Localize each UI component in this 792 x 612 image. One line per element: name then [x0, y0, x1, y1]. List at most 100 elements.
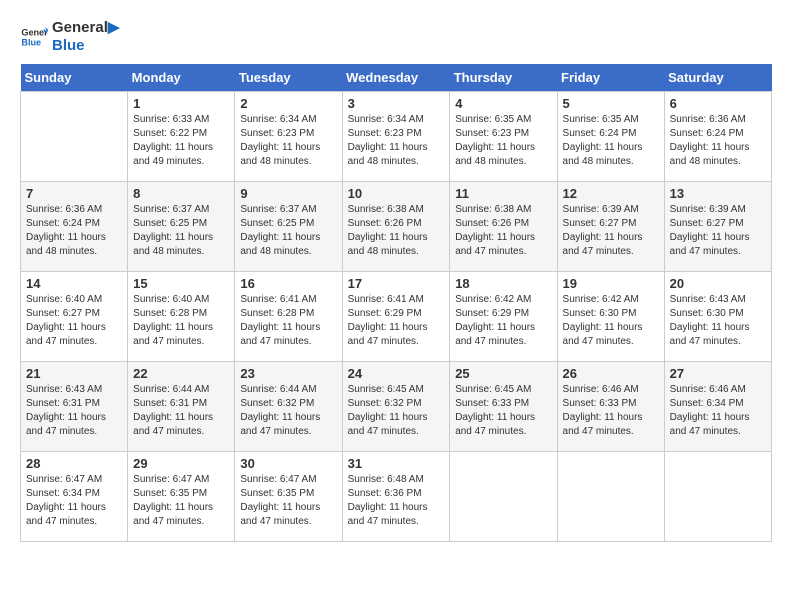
day-number: 1 — [133, 96, 229, 111]
calendar-cell — [450, 451, 557, 541]
day-header-thursday: Thursday — [450, 64, 557, 92]
calendar-cell: 4Sunrise: 6:35 AM Sunset: 6:23 PM Daylig… — [450, 91, 557, 181]
day-number: 8 — [133, 186, 229, 201]
day-number: 13 — [670, 186, 766, 201]
day-info: Sunrise: 6:42 AM Sunset: 6:30 PM Dayligh… — [563, 293, 659, 349]
day-number: 28 — [26, 456, 122, 471]
day-info: Sunrise: 6:37 AM Sunset: 6:25 PM Dayligh… — [240, 203, 336, 259]
calendar-week-2: 7 Sunrise: 6:36 AM Sunset: 6:24 PM Daylig… — [21, 181, 772, 271]
day-header-friday: Friday — [557, 64, 664, 92]
day-info: Sunrise: 6:45 AM Sunset: 6:33 PM Dayligh… — [455, 383, 551, 439]
day-number: 11 — [455, 186, 551, 201]
calendar-cell: 24 Sunrise: 6:45 AM Sunset: 6:32 PM Dayli… — [342, 361, 450, 451]
day-header-sunday: Sunday — [21, 64, 128, 92]
calendar-cell: 7 Sunrise: 6:36 AM Sunset: 6:24 PM Daylig… — [21, 181, 128, 271]
day-info: Sunrise: 6:35 AM Sunset: 6:23 PM Dayligh… — [455, 113, 551, 169]
calendar-cell — [21, 91, 128, 181]
svg-text:Blue: Blue — [21, 37, 41, 47]
day-number: 9 — [240, 186, 336, 201]
day-header-monday: Monday — [128, 64, 235, 92]
day-number: 20 — [670, 276, 766, 291]
calendar-cell: 19 Sunrise: 6:42 AM Sunset: 6:30 PM Dayli… — [557, 271, 664, 361]
day-info: Sunrise: 6:41 AM Sunset: 6:28 PM Dayligh… — [240, 293, 336, 349]
calendar-cell: 8 Sunrise: 6:37 AM Sunset: 6:25 PM Daylig… — [128, 181, 235, 271]
day-number: 29 — [133, 456, 229, 471]
day-header-tuesday: Tuesday — [235, 64, 342, 92]
day-header-saturday: Saturday — [664, 64, 771, 92]
calendar-cell: 12 Sunrise: 6:39 AM Sunset: 6:27 PM Dayli… — [557, 181, 664, 271]
calendar-cell: 27Sunrise: 6:46 AM Sunset: 6:34 PM Dayli… — [664, 361, 771, 451]
calendar-cell: 6Sunrise: 6:36 AM Sunset: 6:24 PM Daylig… — [664, 91, 771, 181]
calendar-cell: 29 Sunrise: 6:47 AM Sunset: 6:35 PM Dayli… — [128, 451, 235, 541]
calendar-week-5: 28Sunrise: 6:47 AM Sunset: 6:34 PM Dayli… — [21, 451, 772, 541]
calendar-cell: 14 Sunrise: 6:40 AM Sunset: 6:27 PM Dayli… — [21, 271, 128, 361]
logo-subtext: Blue — [52, 37, 119, 54]
day-number: 14 — [26, 276, 122, 291]
calendar-cell: 25 Sunrise: 6:45 AM Sunset: 6:33 PM Dayli… — [450, 361, 557, 451]
day-info: Sunrise: 6:47 AM Sunset: 6:35 PM Dayligh… — [133, 473, 229, 529]
calendar-cell: 21 Sunrise: 6:43 AM Sunset: 6:31 PM Dayli… — [21, 361, 128, 451]
day-info: Sunrise: 6:48 AM Sunset: 6:36 PM Dayligh… — [348, 473, 445, 529]
calendar-cell: 11 Sunrise: 6:38 AM Sunset: 6:26 PM Dayli… — [450, 181, 557, 271]
calendar-cell: 3 Sunrise: 6:34 AM Sunset: 6:23 PM Daylig… — [342, 91, 450, 181]
day-info: Sunrise: 6:34 AM Sunset: 6:23 PM Dayligh… — [240, 113, 336, 169]
day-info: Sunrise: 6:43 AM Sunset: 6:31 PM Dayligh… — [26, 383, 122, 439]
calendar-cell: 5 Sunrise: 6:35 AM Sunset: 6:24 PM Daylig… — [557, 91, 664, 181]
calendar-cell — [664, 451, 771, 541]
day-info: Sunrise: 6:39 AM Sunset: 6:27 PM Dayligh… — [563, 203, 659, 259]
day-number: 22 — [133, 366, 229, 381]
day-info: Sunrise: 6:42 AM Sunset: 6:29 PM Dayligh… — [455, 293, 551, 349]
day-number: 2 — [240, 96, 336, 111]
day-number: 19 — [563, 276, 659, 291]
day-number: 30 — [240, 456, 336, 471]
calendar-cell: 2 Sunrise: 6:34 AM Sunset: 6:23 PM Daylig… — [235, 91, 342, 181]
calendar-cell: 9 Sunrise: 6:37 AM Sunset: 6:25 PM Daylig… — [235, 181, 342, 271]
day-number: 7 — [26, 186, 122, 201]
calendar-cell: 30 Sunrise: 6:47 AM Sunset: 6:35 PM Dayli… — [235, 451, 342, 541]
day-number: 12 — [563, 186, 659, 201]
calendar-cell: 28Sunrise: 6:47 AM Sunset: 6:34 PM Dayli… — [21, 451, 128, 541]
day-info: Sunrise: 6:40 AM Sunset: 6:27 PM Dayligh… — [26, 293, 122, 349]
day-info: Sunrise: 6:35 AM Sunset: 6:24 PM Dayligh… — [563, 113, 659, 169]
page-header: General Blue General▶ Blue — [20, 20, 772, 54]
day-info: Sunrise: 6:38 AM Sunset: 6:26 PM Dayligh… — [455, 203, 551, 259]
calendar-cell: 16Sunrise: 6:41 AM Sunset: 6:28 PM Dayli… — [235, 271, 342, 361]
day-number: 3 — [348, 96, 445, 111]
day-number: 21 — [26, 366, 122, 381]
calendar-cell: 23 Sunrise: 6:44 AM Sunset: 6:32 PM Dayli… — [235, 361, 342, 451]
day-number: 18 — [455, 276, 551, 291]
day-info: Sunrise: 6:34 AM Sunset: 6:23 PM Dayligh… — [348, 113, 445, 169]
day-info: Sunrise: 6:36 AM Sunset: 6:24 PM Dayligh… — [26, 203, 122, 259]
day-info: Sunrise: 6:40 AM Sunset: 6:28 PM Dayligh… — [133, 293, 229, 349]
calendar-week-3: 14 Sunrise: 6:40 AM Sunset: 6:27 PM Dayli… — [21, 271, 772, 361]
day-number: 17 — [348, 276, 445, 291]
day-number: 26 — [563, 366, 659, 381]
day-header-wednesday: Wednesday — [342, 64, 450, 92]
calendar-cell: 31 Sunrise: 6:48 AM Sunset: 6:36 PM Dayli… — [342, 451, 450, 541]
day-info: Sunrise: 6:33 AM Sunset: 6:22 PM Dayligh… — [133, 113, 229, 169]
day-number: 31 — [348, 456, 445, 471]
day-number: 5 — [563, 96, 659, 111]
day-number: 25 — [455, 366, 551, 381]
day-number: 27 — [670, 366, 766, 381]
calendar-week-1: 1 Sunrise: 6:33 AM Sunset: 6:22 PM Daylig… — [21, 91, 772, 181]
day-info: Sunrise: 6:37 AM Sunset: 6:25 PM Dayligh… — [133, 203, 229, 259]
day-number: 23 — [240, 366, 336, 381]
day-info: Sunrise: 6:47 AM Sunset: 6:35 PM Dayligh… — [240, 473, 336, 529]
calendar-cell: 17 Sunrise: 6:41 AM Sunset: 6:29 PM Dayli… — [342, 271, 450, 361]
day-info: Sunrise: 6:45 AM Sunset: 6:32 PM Dayligh… — [348, 383, 445, 439]
day-number: 15 — [133, 276, 229, 291]
day-info: Sunrise: 6:36 AM Sunset: 6:24 PM Dayligh… — [670, 113, 766, 169]
calendar-cell: 22Sunrise: 6:44 AM Sunset: 6:31 PM Dayli… — [128, 361, 235, 451]
day-info: Sunrise: 6:39 AM Sunset: 6:27 PM Dayligh… — [670, 203, 766, 259]
day-number: 10 — [348, 186, 445, 201]
calendar-cell: 1 Sunrise: 6:33 AM Sunset: 6:22 PM Daylig… — [128, 91, 235, 181]
day-info: Sunrise: 6:44 AM Sunset: 6:32 PM Dayligh… — [240, 383, 336, 439]
day-number: 24 — [348, 366, 445, 381]
calendar-cell: 20Sunrise: 6:43 AM Sunset: 6:30 PM Dayli… — [664, 271, 771, 361]
calendar-header-row: SundayMondayTuesdayWednesdayThursdayFrid… — [21, 64, 772, 92]
calendar-cell: 15 Sunrise: 6:40 AM Sunset: 6:28 PM Dayli… — [128, 271, 235, 361]
day-info: Sunrise: 6:41 AM Sunset: 6:29 PM Dayligh… — [348, 293, 445, 349]
logo-icon: General Blue — [20, 23, 48, 51]
calendar-cell: 13 Sunrise: 6:39 AM Sunset: 6:27 PM Dayli… — [664, 181, 771, 271]
